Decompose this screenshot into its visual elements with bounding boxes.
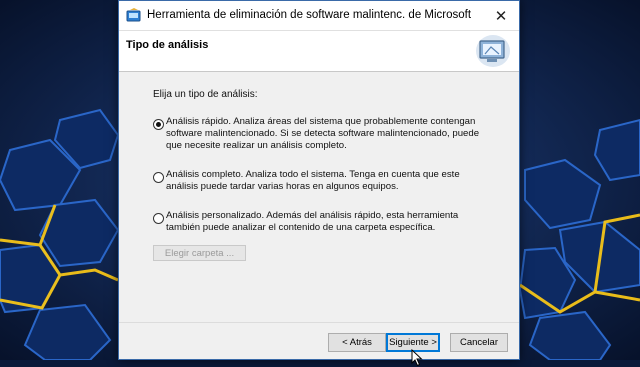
dialog-window: Herramienta de eliminación de software m… bbox=[118, 0, 520, 367]
section-title: Tipo de análisis bbox=[126, 39, 209, 51]
cancel-button[interactable]: Cancelar bbox=[450, 333, 508, 352]
quick-scan-radio[interactable] bbox=[153, 119, 164, 130]
window-title: Herramienta de eliminación de software m… bbox=[147, 9, 472, 21]
close-button[interactable]: ✕ bbox=[483, 1, 519, 30]
scan-computer-icon bbox=[476, 35, 510, 67]
msrt-app-icon bbox=[126, 8, 141, 22]
back-button[interactable]: < Atrás bbox=[328, 333, 386, 352]
wizard-header: Tipo de análisis bbox=[119, 31, 519, 72]
custom-scan-label[interactable]: Análisis personalizado. Además del análi… bbox=[166, 210, 484, 234]
title-bar[interactable]: Herramienta de eliminación de software m… bbox=[119, 1, 519, 31]
footer-divider bbox=[119, 322, 519, 323]
mouse-cursor-icon bbox=[411, 349, 423, 367]
custom-scan-radio[interactable] bbox=[153, 213, 164, 224]
wizard-content: Elija un tipo de análisis: Análisis rápi… bbox=[119, 72, 519, 322]
scan-type-prompt: Elija un tipo de análisis: bbox=[153, 89, 258, 100]
close-icon: ✕ bbox=[494, 7, 508, 25]
quick-scan-label[interactable]: Análisis rápido. Analiza áreas del siste… bbox=[166, 116, 484, 152]
choose-folder-button[interactable]: Elegir carpeta ... bbox=[153, 245, 246, 261]
full-scan-label[interactable]: Análisis completo. Analiza todo el siste… bbox=[166, 169, 484, 193]
full-scan-radio[interactable] bbox=[153, 172, 164, 183]
